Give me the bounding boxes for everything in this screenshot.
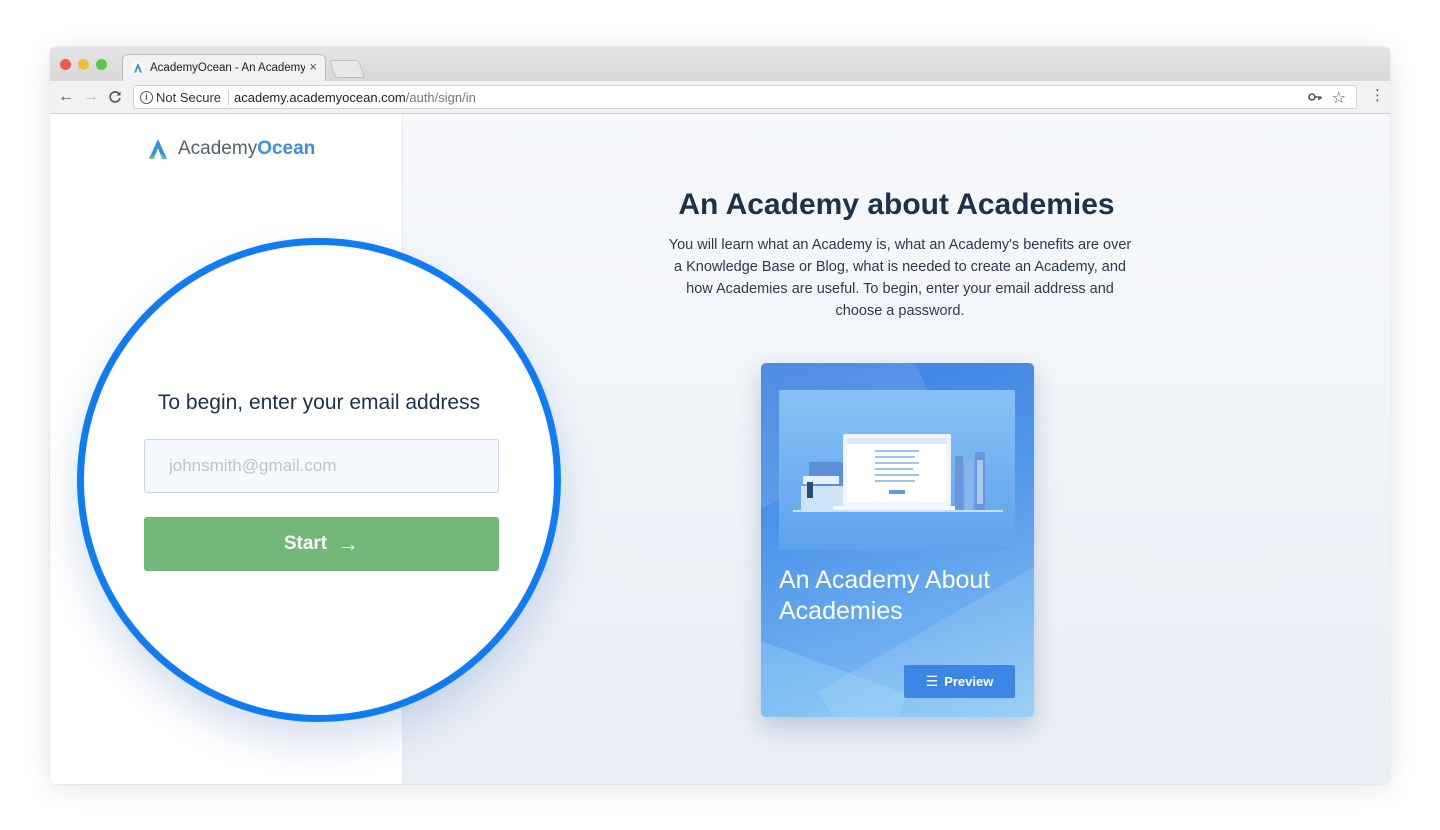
page-description: You will learn what an Academy is, what … (668, 237, 1132, 319)
preview-button-label: Preview (944, 674, 994, 689)
security-label[interactable]: Not Secure (156, 90, 221, 105)
key-icon[interactable] (1308, 90, 1322, 105)
url-text[interactable]: academy.academyocean.com/auth/sign/in (234, 90, 476, 105)
tab-strip: AcademyOcean - An Academy × (50, 47, 1390, 81)
logo-text: AcademyOcean (178, 138, 315, 160)
zoom-callout-circle: To begin, enter your email address Start… (77, 238, 561, 722)
new-tab-button[interactable] (328, 60, 366, 78)
url-host: academy.academyocean.com (234, 90, 406, 105)
academyocean-logo[interactable]: AcademyOcean (146, 136, 315, 162)
card-title: An Academy About Academies (779, 566, 991, 625)
reload-icon[interactable] (108, 87, 122, 109)
browser-menu-icon[interactable]: ⋮ (1370, 87, 1385, 105)
card-illustration (779, 390, 1015, 550)
logo-text-ocean: Ocean (257, 138, 316, 159)
list-icon: ☰ (925, 673, 939, 689)
start-button-label: Start (283, 533, 328, 554)
back-arrow-icon[interactable]: ← (58, 87, 74, 107)
preview-button[interactable]: ☰ Preview (904, 665, 1015, 698)
info-icon[interactable]: i (140, 91, 153, 104)
email-input[interactable] (144, 439, 499, 493)
url-path: /auth/sign/in (405, 90, 476, 105)
academyocean-favicon-icon (131, 61, 145, 75)
address-separator (228, 90, 229, 105)
page-title: An Academy about Academies (678, 188, 1115, 221)
academyocean-logo-icon (149, 139, 167, 159)
bookmark-star-icon[interactable]: ☆ (1332, 88, 1346, 108)
logo-text-academy: Academy (178, 138, 258, 159)
minimize-window-button[interactable] (78, 59, 89, 70)
arrow-right-icon: → (337, 531, 360, 556)
address-bar[interactable]: i Not Secure academy.academyocean.com/au… (133, 85, 1357, 109)
forward-arrow-icon[interactable]: → (83, 87, 99, 107)
start-button[interactable]: Start → (144, 517, 499, 571)
signin-prompt: To begin, enter your email address (157, 391, 481, 414)
close-window-button[interactable] (60, 59, 71, 70)
tab-title: AcademyOcean - An Academy (150, 62, 305, 74)
academy-card[interactable]: An Academy About Academies ☰ Preview (761, 363, 1034, 717)
browser-tab-active[interactable]: AcademyOcean - An Academy × (122, 54, 326, 81)
maximize-window-button[interactable] (96, 59, 107, 70)
browser-toolbar: ← → i Not Secure academy.academyocean.co… (50, 81, 1390, 114)
laptop-books-illustration-icon (793, 434, 1003, 512)
tab-close-icon[interactable]: × (309, 60, 317, 74)
signin-form: To begin, enter your email address Start… (84, 245, 554, 715)
